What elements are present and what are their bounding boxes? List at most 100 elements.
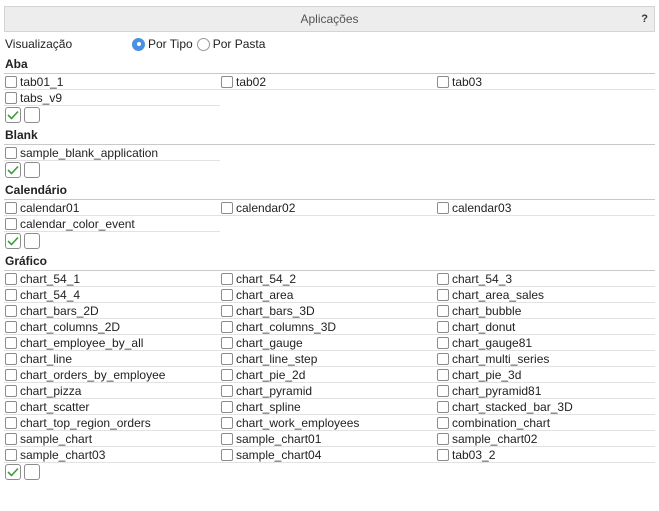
view-by-type-radio[interactable]: Por Tipo xyxy=(132,37,193,51)
app-item[interactable]: chart_line_step xyxy=(220,351,436,367)
app-item[interactable]: chart_stacked_bar_3D xyxy=(436,399,655,415)
checkbox-icon[interactable] xyxy=(437,384,449,397)
app-item[interactable]: chart_54_2 xyxy=(220,271,436,287)
app-item[interactable]: chart_employee_by_all xyxy=(4,335,220,351)
app-item[interactable]: chart_orders_by_employee xyxy=(4,367,220,383)
checkbox-icon[interactable] xyxy=(5,352,17,365)
app-item[interactable]: chart_multi_series xyxy=(436,351,655,367)
checkbox-icon[interactable] xyxy=(5,201,17,214)
app-item[interactable]: chart_columns_2D xyxy=(4,319,220,335)
checkbox-icon[interactable] xyxy=(221,448,233,461)
checkbox-icon[interactable] xyxy=(437,368,449,381)
app-item[interactable]: chart_bubble xyxy=(436,303,655,319)
checkbox-icon[interactable] xyxy=(5,448,17,461)
deselect-all-box-icon[interactable] xyxy=(24,464,40,480)
app-item[interactable]: tab01_1 xyxy=(4,74,220,90)
select-all-checkmark-icon[interactable] xyxy=(5,162,21,178)
app-item[interactable]: tab02 xyxy=(220,74,436,90)
app-item[interactable]: sample_chart01 xyxy=(220,431,436,447)
app-item[interactable]: chart_54_3 xyxy=(436,271,655,287)
app-item[interactable]: chart_work_employees xyxy=(220,415,436,431)
app-item[interactable]: chart_donut xyxy=(436,319,655,335)
app-item[interactable]: chart_pyramid xyxy=(220,383,436,399)
app-item[interactable]: chart_area_sales xyxy=(436,287,655,303)
app-item[interactable]: chart_line xyxy=(4,351,220,367)
app-item[interactable]: chart_pie_3d xyxy=(436,367,655,383)
app-item[interactable]: chart_columns_3D xyxy=(220,319,436,335)
app-item[interactable]: chart_pie_2d xyxy=(220,367,436,383)
checkbox-icon[interactable] xyxy=(437,320,449,333)
checkbox-icon[interactable] xyxy=(437,288,449,301)
app-item[interactable]: chart_spline xyxy=(220,399,436,415)
checkbox-icon[interactable] xyxy=(221,75,233,88)
checkbox-icon[interactable] xyxy=(437,352,449,365)
checkbox-icon[interactable] xyxy=(5,400,17,413)
app-item[interactable]: sample_chart02 xyxy=(436,431,655,447)
checkbox-icon[interactable] xyxy=(5,320,17,333)
checkbox-icon[interactable] xyxy=(437,201,449,214)
app-item[interactable]: chart_area xyxy=(220,287,436,303)
app-item[interactable]: sample_chart xyxy=(4,431,220,447)
app-item[interactable]: tab03 xyxy=(436,74,655,90)
checkbox-icon[interactable] xyxy=(5,146,17,159)
app-item[interactable]: calendar_color_event xyxy=(4,216,220,232)
deselect-all-box-icon[interactable] xyxy=(24,162,40,178)
select-all-checkmark-icon[interactable] xyxy=(5,107,21,123)
checkbox-icon[interactable] xyxy=(5,416,17,429)
select-all-checkmark-icon[interactable] xyxy=(5,464,21,480)
app-item[interactable]: chart_bars_2D xyxy=(4,303,220,319)
checkbox-icon[interactable] xyxy=(5,384,17,397)
checkbox-icon[interactable] xyxy=(221,336,233,349)
app-item[interactable]: tabs_v9 xyxy=(4,90,220,106)
checkbox-icon[interactable] xyxy=(221,304,233,317)
checkbox-icon[interactable] xyxy=(5,91,17,104)
checkbox-icon[interactable] xyxy=(5,217,17,230)
app-item[interactable]: calendar03 xyxy=(436,200,655,216)
checkbox-icon[interactable] xyxy=(221,384,233,397)
app-item[interactable]: chart_gauge xyxy=(220,335,436,351)
app-item[interactable]: chart_pyramid81 xyxy=(436,383,655,399)
checkbox-icon[interactable] xyxy=(437,272,449,285)
checkbox-icon[interactable] xyxy=(5,288,17,301)
help-icon[interactable]: ? xyxy=(641,7,648,31)
app-item[interactable]: chart_scatter xyxy=(4,399,220,415)
checkbox-icon[interactable] xyxy=(221,368,233,381)
app-item[interactable]: chart_bars_3D xyxy=(220,303,436,319)
checkbox-icon[interactable] xyxy=(221,400,233,413)
app-item[interactable]: chart_54_4 xyxy=(4,287,220,303)
checkbox-icon[interactable] xyxy=(5,432,17,445)
deselect-all-box-icon[interactable] xyxy=(24,233,40,249)
checkbox-icon[interactable] xyxy=(5,368,17,381)
checkbox-icon[interactable] xyxy=(221,201,233,214)
checkbox-icon[interactable] xyxy=(5,75,17,88)
checkbox-icon[interactable] xyxy=(437,400,449,413)
select-all-checkmark-icon[interactable] xyxy=(5,233,21,249)
checkbox-icon[interactable] xyxy=(437,336,449,349)
checkbox-icon[interactable] xyxy=(221,320,233,333)
checkbox-icon[interactable] xyxy=(5,272,17,285)
app-item[interactable]: chart_pizza xyxy=(4,383,220,399)
app-item[interactable]: combination_chart xyxy=(436,415,655,431)
checkbox-icon[interactable] xyxy=(221,416,233,429)
checkbox-icon[interactable] xyxy=(221,288,233,301)
app-item[interactable]: chart_top_region_orders xyxy=(4,415,220,431)
app-item[interactable]: tab03_2 xyxy=(436,447,655,463)
checkbox-icon[interactable] xyxy=(221,352,233,365)
checkbox-icon[interactable] xyxy=(221,272,233,285)
checkbox-icon[interactable] xyxy=(5,336,17,349)
app-item[interactable]: chart_54_1 xyxy=(4,271,220,287)
checkbox-icon[interactable] xyxy=(5,304,17,317)
app-item[interactable]: calendar02 xyxy=(220,200,436,216)
radio-unselected-icon[interactable] xyxy=(196,37,210,51)
checkbox-icon[interactable] xyxy=(437,75,449,88)
app-item[interactable]: sample_chart03 xyxy=(4,447,220,463)
app-item[interactable]: sample_chart04 xyxy=(220,447,436,463)
checkbox-icon[interactable] xyxy=(437,304,449,317)
checkbox-icon[interactable] xyxy=(221,432,233,445)
deselect-all-box-icon[interactable] xyxy=(24,107,40,123)
checkbox-icon[interactable] xyxy=(437,432,449,445)
app-item[interactable]: chart_gauge81 xyxy=(436,335,655,351)
checkbox-icon[interactable] xyxy=(437,448,449,461)
checkbox-icon[interactable] xyxy=(437,416,449,429)
view-by-folder-radio[interactable]: Por Pasta xyxy=(196,37,265,51)
